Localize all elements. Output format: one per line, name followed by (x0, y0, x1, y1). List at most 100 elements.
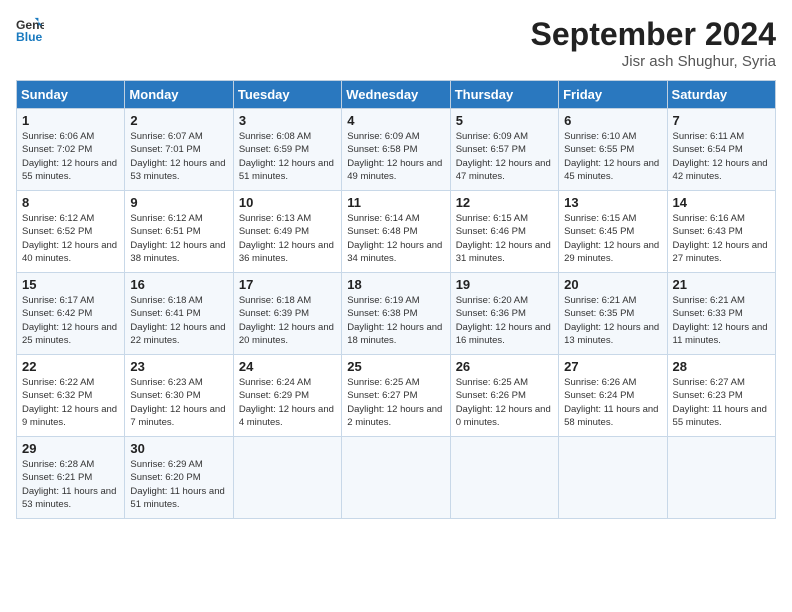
calendar-cell: 8Sunrise: 6:12 AMSunset: 6:52 PMDaylight… (17, 191, 125, 273)
calendar-cell: 24 Sunrise: 6:24 AMSunset: 6:29 PMDayligh… (233, 355, 341, 437)
day-number: 14 (673, 195, 770, 210)
day-number: 1 (22, 113, 119, 128)
day-number: 6 (564, 113, 661, 128)
calendar-week-5: 29Sunrise: 6:28 AMSunset: 6:21 PMDayligh… (17, 437, 776, 519)
day-detail: Sunrise: 6:18 AMSunset: 6:41 PMDaylight:… (130, 294, 227, 347)
day-number: 4 (347, 113, 444, 128)
calendar-cell: 29Sunrise: 6:28 AMSunset: 6:21 PMDayligh… (17, 437, 125, 519)
calendar-cell: 7Sunrise: 6:11 AMSunset: 6:54 PMDaylight… (667, 109, 775, 191)
day-detail: Sunrise: 6:14 AMSunset: 6:48 PMDaylight:… (347, 212, 444, 265)
calendar-cell: 3Sunrise: 6:08 AMSunset: 6:59 PMDaylight… (233, 109, 341, 191)
day-number: 26 (456, 359, 553, 374)
logo: General Blue (16, 16, 44, 44)
calendar-cell: 14Sunrise: 6:16 AMSunset: 6:43 PMDayligh… (667, 191, 775, 273)
day-number: 13 (564, 195, 661, 210)
day-detail: Sunrise: 6:09 AMSunset: 6:57 PMDaylight:… (456, 130, 553, 183)
day-number: 15 (22, 277, 119, 292)
day-detail: Sunrise: 6:12 AMSunset: 6:51 PMDaylight:… (130, 212, 227, 265)
calendar-cell (342, 437, 450, 519)
day-number: 9 (130, 195, 227, 210)
day-detail: Sunrise: 6:28 AMSunset: 6:21 PMDaylight:… (22, 458, 119, 511)
calendar-cell: 17 Sunrise: 6:18 AMSunset: 6:39 PMDayligh… (233, 273, 341, 355)
day-number: 21 (673, 277, 770, 292)
calendar-cell: 10 Sunrise: 6:13 AMSunset: 6:49 PMDayligh… (233, 191, 341, 273)
day-number: 27 (564, 359, 661, 374)
logo-icon: General Blue (16, 16, 44, 44)
calendar-week-4: 22Sunrise: 6:22 AMSunset: 6:32 PMDayligh… (17, 355, 776, 437)
calendar-cell (233, 437, 341, 519)
day-number: 2 (130, 113, 227, 128)
day-number: 17 (239, 277, 336, 292)
day-detail: Sunrise: 6:25 AMSunset: 6:27 PMDaylight:… (347, 376, 444, 429)
day-number: 5 (456, 113, 553, 128)
calendar-cell: 6 Sunrise: 6:10 AMSunset: 6:55 PMDaylight… (559, 109, 667, 191)
calendar-cell: 23Sunrise: 6:23 AMSunset: 6:30 PMDayligh… (125, 355, 233, 437)
day-detail: Sunrise: 6:19 AMSunset: 6:38 PMDaylight:… (347, 294, 444, 347)
day-header-thursday: Thursday (450, 81, 558, 109)
day-detail: Sunrise: 6:18 AMSunset: 6:39 PMDaylight:… (239, 294, 336, 347)
calendar-cell: 12 Sunrise: 6:15 AMSunset: 6:46 PMDayligh… (450, 191, 558, 273)
day-number: 19 (456, 277, 553, 292)
calendar-cell: 11 Sunrise: 6:14 AMSunset: 6:48 PMDayligh… (342, 191, 450, 273)
calendar-cell: 4Sunrise: 6:09 AMSunset: 6:58 PMDaylight… (342, 109, 450, 191)
day-detail: Sunrise: 6:21 AMSunset: 6:35 PMDaylight:… (564, 294, 661, 347)
calendar-cell (559, 437, 667, 519)
day-header-saturday: Saturday (667, 81, 775, 109)
day-header-wednesday: Wednesday (342, 81, 450, 109)
day-detail: Sunrise: 6:11 AMSunset: 6:54 PMDaylight:… (673, 130, 770, 183)
calendar-cell: 30 Sunrise: 6:29 AMSunset: 6:20 PMDayligh… (125, 437, 233, 519)
calendar-week-3: 15 Sunrise: 6:17 AMSunset: 6:42 PMDayligh… (17, 273, 776, 355)
day-detail: Sunrise: 6:23 AMSunset: 6:30 PMDaylight:… (130, 376, 227, 429)
day-detail: Sunrise: 6:24 AMSunset: 6:29 PMDaylight:… (239, 376, 336, 429)
title-block: September 2024 Jisr ash Shughur, Syria (531, 16, 776, 70)
day-number: 11 (347, 195, 444, 210)
calendar-cell: 16 Sunrise: 6:18 AMSunset: 6:41 PMDayligh… (125, 273, 233, 355)
page-header: General Blue September 2024 Jisr ash Shu… (16, 16, 776, 70)
day-number: 16 (130, 277, 227, 292)
day-header-friday: Friday (559, 81, 667, 109)
day-detail: Sunrise: 6:27 AMSunset: 6:23 PMDaylight:… (673, 376, 770, 429)
calendar-cell: 28 Sunrise: 6:27 AMSunset: 6:23 PMDayligh… (667, 355, 775, 437)
calendar-cell (667, 437, 775, 519)
month-title: September 2024 (531, 16, 776, 53)
day-detail: Sunrise: 6:13 AMSunset: 6:49 PMDaylight:… (239, 212, 336, 265)
calendar-week-2: 8Sunrise: 6:12 AMSunset: 6:52 PMDaylight… (17, 191, 776, 273)
calendar-cell: 22Sunrise: 6:22 AMSunset: 6:32 PMDayligh… (17, 355, 125, 437)
calendar-cell: 1 Sunrise: 6:06 AMSunset: 7:02 PMDaylight… (17, 109, 125, 191)
day-detail: Sunrise: 6:20 AMSunset: 6:36 PMDaylight:… (456, 294, 553, 347)
calendar-cell: 18 Sunrise: 6:19 AMSunset: 6:38 PMDayligh… (342, 273, 450, 355)
calendar-cell: 20Sunrise: 6:21 AMSunset: 6:35 PMDayligh… (559, 273, 667, 355)
calendar-cell: 26Sunrise: 6:25 AMSunset: 6:26 PMDayligh… (450, 355, 558, 437)
day-detail: Sunrise: 6:12 AMSunset: 6:52 PMDaylight:… (22, 212, 119, 265)
location: Jisr ash Shughur, Syria (531, 53, 776, 70)
svg-text:Blue: Blue (16, 30, 43, 44)
calendar-cell: 15 Sunrise: 6:17 AMSunset: 6:42 PMDayligh… (17, 273, 125, 355)
day-detail: Sunrise: 6:29 AMSunset: 6:20 PMDaylight:… (130, 458, 227, 511)
day-number: 12 (456, 195, 553, 210)
calendar-table: SundayMondayTuesdayWednesdayThursdayFrid… (16, 80, 776, 519)
calendar-cell: 5 Sunrise: 6:09 AMSunset: 6:57 PMDaylight… (450, 109, 558, 191)
day-detail: Sunrise: 6:22 AMSunset: 6:32 PMDaylight:… (22, 376, 119, 429)
calendar-cell: 25Sunrise: 6:25 AMSunset: 6:27 PMDayligh… (342, 355, 450, 437)
calendar-week-1: 1 Sunrise: 6:06 AMSunset: 7:02 PMDaylight… (17, 109, 776, 191)
calendar-cell (450, 437, 558, 519)
day-number: 30 (130, 441, 227, 456)
day-detail: Sunrise: 6:15 AMSunset: 6:45 PMDaylight:… (564, 212, 661, 265)
day-number: 10 (239, 195, 336, 210)
day-detail: Sunrise: 6:07 AMSunset: 7:01 PMDaylight:… (130, 130, 227, 183)
day-header-sunday: Sunday (17, 81, 125, 109)
day-detail: Sunrise: 6:21 AMSunset: 6:33 PMDaylight:… (673, 294, 770, 347)
day-detail: Sunrise: 6:26 AMSunset: 6:24 PMDaylight:… (564, 376, 661, 429)
calendar-cell: 19 Sunrise: 6:20 AMSunset: 6:36 PMDayligh… (450, 273, 558, 355)
day-detail: Sunrise: 6:06 AMSunset: 7:02 PMDaylight:… (22, 130, 119, 183)
day-detail: Sunrise: 6:15 AMSunset: 6:46 PMDaylight:… (456, 212, 553, 265)
calendar-cell: 2 Sunrise: 6:07 AMSunset: 7:01 PMDaylight… (125, 109, 233, 191)
calendar-cell: 27 Sunrise: 6:26 AMSunset: 6:24 PMDayligh… (559, 355, 667, 437)
day-detail: Sunrise: 6:17 AMSunset: 6:42 PMDaylight:… (22, 294, 119, 347)
day-detail: Sunrise: 6:10 AMSunset: 6:55 PMDaylight:… (564, 130, 661, 183)
day-detail: Sunrise: 6:08 AMSunset: 6:59 PMDaylight:… (239, 130, 336, 183)
day-number: 24 (239, 359, 336, 374)
day-header-monday: Monday (125, 81, 233, 109)
day-number: 28 (673, 359, 770, 374)
day-number: 18 (347, 277, 444, 292)
